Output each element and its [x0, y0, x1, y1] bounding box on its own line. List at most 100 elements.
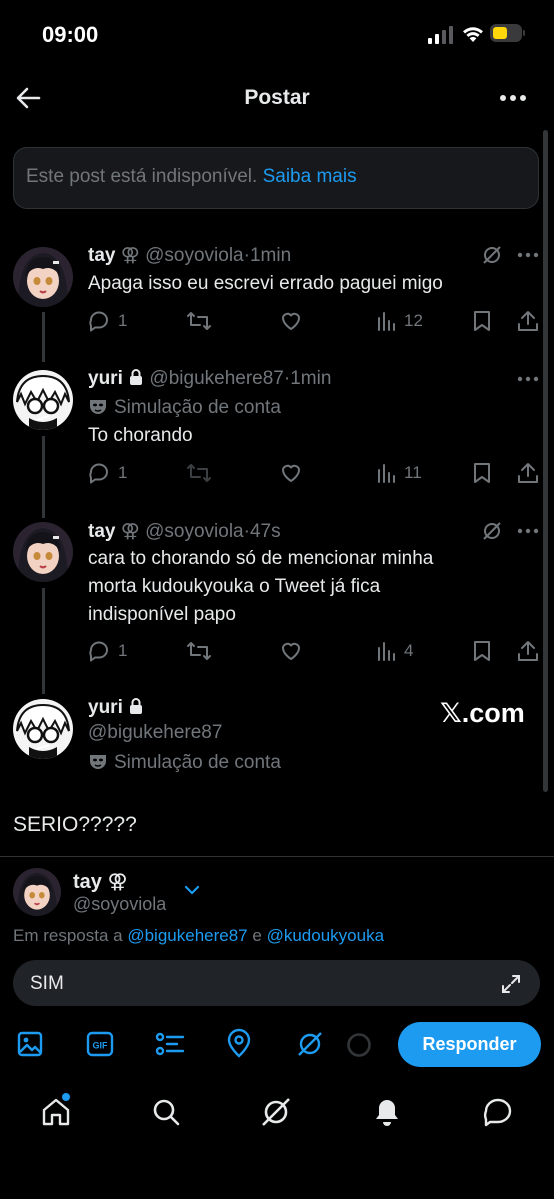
post-text-line: indisponível papo [88, 604, 236, 625]
thread-line [42, 312, 45, 362]
reply-button[interactable]: 1 [88, 461, 127, 485]
main-post-text: SERIO????? [13, 813, 137, 836]
bookmark-button[interactable] [472, 461, 492, 485]
respond-button[interactable]: Responder [398, 1022, 541, 1067]
like-button[interactable] [279, 639, 303, 663]
mention-link[interactable]: @bigukehere87 [127, 926, 247, 945]
author-name[interactable]: yuri [88, 697, 123, 718]
account-simulation-label: Simulação de conta [88, 751, 281, 774]
post-text: cara to chorando só de mencionar minha m… [88, 545, 508, 629]
avatar-tay[interactable] [13, 247, 73, 307]
grok-tab-icon[interactable] [260, 1096, 292, 1128]
replying-to: Em resposta a @bigukehere87 e @kudoukyou… [13, 926, 384, 946]
views-button[interactable]: 11 [376, 461, 422, 485]
reply-input[interactable] [13, 960, 540, 1006]
avatar-tay-composer[interactable] [13, 868, 61, 916]
search-icon[interactable] [150, 1096, 182, 1128]
repost-button[interactable] [186, 639, 212, 663]
svg-text:GIF: GIF [93, 1041, 109, 1051]
like-button[interactable] [279, 461, 303, 485]
grok-icon[interactable] [481, 244, 503, 266]
expand-icon[interactable] [500, 973, 522, 995]
composer-name: tay [73, 871, 102, 893]
gif-icon[interactable]: GIF [86, 1030, 114, 1058]
grok-icon[interactable] [296, 1030, 324, 1058]
mention-link[interactable]: @kudoukyouka [267, 926, 384, 945]
learn-more-link[interactable]: Saiba mais [263, 166, 357, 187]
post-more-icon[interactable] [517, 528, 539, 534]
badge-icon: ⚢ [120, 521, 140, 542]
post-actions: 1 11 [88, 461, 540, 485]
post-text-line: morta kudoukyouka o Tweet já fica [88, 576, 381, 597]
share-button[interactable] [516, 309, 540, 333]
messages-icon[interactable] [482, 1096, 514, 1128]
reply-count: 1 [118, 641, 128, 660]
account-switch-chevron-icon[interactable] [183, 884, 201, 896]
simulation-text: Simulação de conta [114, 752, 281, 773]
reply-button[interactable]: 1 [88, 639, 127, 663]
avatar-yuri[interactable] [13, 370, 73, 430]
mask-icon [88, 396, 108, 416]
handle-text: @bigukehere87 [88, 722, 223, 743]
author-handle[interactable]: @soyoviola [145, 245, 244, 266]
post-time[interactable]: 47s [250, 521, 281, 542]
views-button[interactable]: 4 [376, 639, 413, 663]
post-actions: 1 12 [88, 309, 540, 333]
unavailable-post-notice: Este post está indisponível. Saiba mais [13, 147, 539, 209]
reply-input-value[interactable]: SIM [30, 973, 64, 995]
like-button[interactable] [279, 309, 303, 333]
reply-count: 1 [118, 463, 128, 482]
post-text-line: cara to chorando só de mencionar minha [88, 548, 434, 569]
scrollbar[interactable] [543, 130, 548, 792]
character-count-ring [346, 1032, 372, 1058]
post-header: yuri @bigukehere87·1min [88, 368, 332, 389]
avatar-yuri[interactable] [13, 699, 73, 759]
mask-icon [88, 751, 108, 771]
share-button[interactable] [516, 639, 540, 663]
page-title: Postar [244, 86, 310, 109]
image-icon[interactable] [16, 1030, 44, 1058]
signal-icon [428, 26, 454, 44]
simulation-text: Simulação de conta [114, 397, 281, 418]
notifications-bell-icon[interactable] [371, 1096, 403, 1128]
author-name[interactable]: tay [88, 245, 115, 266]
post-time[interactable]: 1min [290, 368, 331, 389]
composer-handle: @soyoviola [73, 894, 167, 914]
main-post-header: yuri [88, 697, 144, 719]
post-more-icon[interactable] [517, 252, 539, 258]
repost-button[interactable] [186, 309, 212, 333]
views-count: 11 [404, 463, 422, 482]
replying-conj: e [252, 926, 262, 945]
badge-icon: ⚢ [120, 245, 140, 266]
x-com-watermark: 𝕏.com [440, 698, 525, 728]
avatar-tay[interactable] [13, 522, 73, 582]
wifi-icon [461, 24, 485, 44]
bookmark-button[interactable] [472, 639, 492, 663]
post-more-icon[interactable] [517, 376, 539, 382]
divider [0, 856, 554, 857]
post-header: tay ⚢ @soyoviola·1min [88, 245, 292, 266]
views-count: 12 [404, 311, 423, 330]
author-name[interactable]: tay [88, 521, 115, 542]
post-actions: 1 4 [88, 639, 540, 663]
replying-prefix: Em resposta a [13, 926, 123, 945]
author-handle[interactable]: @soyoviola [145, 521, 244, 542]
views-count: 4 [404, 641, 414, 660]
location-icon[interactable] [226, 1028, 252, 1058]
more-options-icon[interactable] [498, 86, 528, 110]
author-handle[interactable]: @bigukehere87 [88, 722, 222, 744]
battery-icon [490, 24, 525, 42]
views-button[interactable]: 12 [376, 309, 423, 333]
grok-icon[interactable] [481, 520, 503, 542]
share-button[interactable] [516, 461, 540, 485]
post-time[interactable]: 1min [250, 245, 291, 266]
post-header: tay ⚢ @soyoviola·47s [88, 521, 281, 542]
author-handle[interactable]: @bigukehere87 [149, 368, 283, 389]
post-text: Apaga isso eu escrevi errado paguei migo [88, 273, 443, 294]
repost-button[interactable] [186, 461, 212, 485]
post-text: To chorando [88, 425, 193, 446]
poll-icon[interactable] [155, 1030, 185, 1058]
reply-button[interactable]: 1 [88, 309, 127, 333]
author-name[interactable]: yuri [88, 368, 123, 389]
bookmark-button[interactable] [472, 309, 492, 333]
